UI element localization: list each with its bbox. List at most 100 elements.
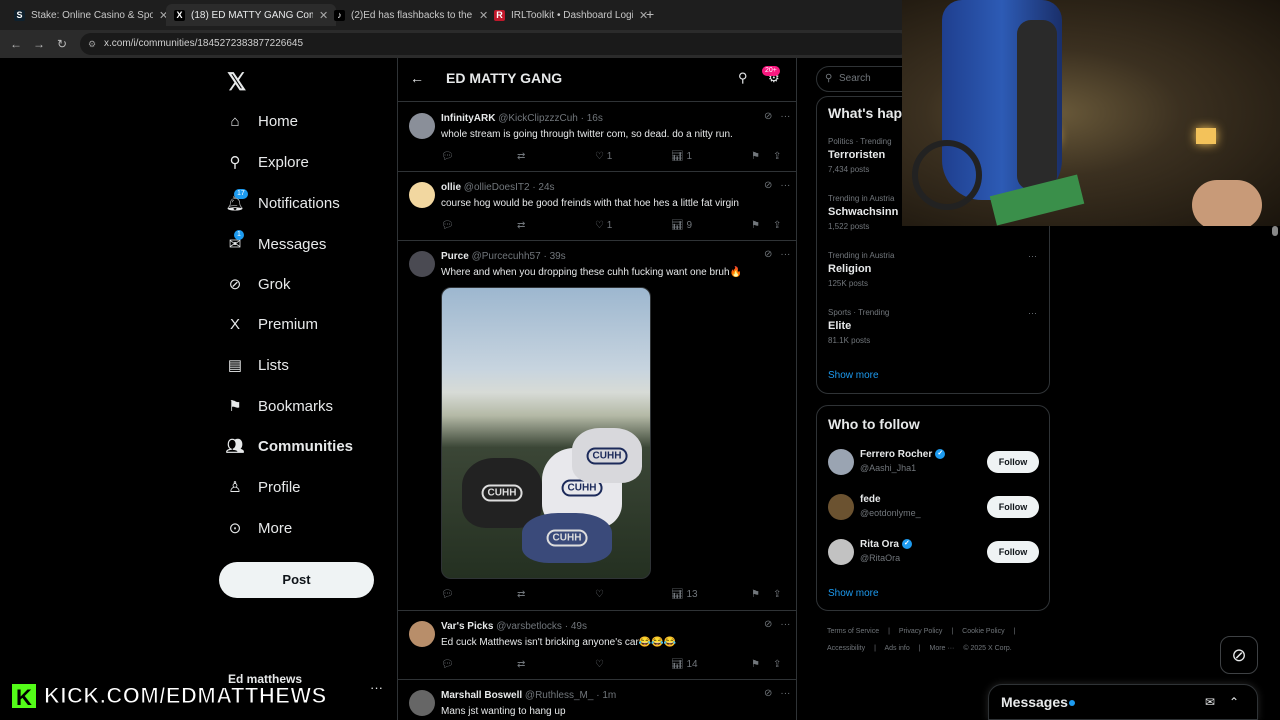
new-tab-icon[interactable]: +: [646, 6, 654, 22]
tweet[interactable]: ollie @ollieDoesIT2 · 24s ⊘ ··· course ho…: [398, 172, 796, 241]
bookmark-icon[interactable]: ⚑: [751, 659, 760, 670]
footer-link-ads[interactable]: Ads info: [884, 645, 909, 652]
expand-chevron-icon[interactable]: ⌃: [1229, 695, 1239, 709]
avatar[interactable]: [828, 449, 854, 475]
avatar[interactable]: [409, 182, 435, 208]
footer-link-cookie[interactable]: Cookie Policy: [962, 628, 1004, 635]
share-icon[interactable]: ⇪: [773, 220, 781, 231]
avatar[interactable]: [409, 690, 435, 716]
suggest-name[interactable]: fede: [860, 494, 881, 505]
views-icon[interactable]: 📊︎ 14: [671, 659, 698, 670]
tweet-time[interactable]: 39s: [550, 251, 566, 262]
follow-button[interactable]: Follow: [987, 496, 1039, 518]
grok-icon[interactable]: ⊘: [764, 619, 772, 630]
nav-item-grok[interactable]: ⊘ Grok: [226, 275, 291, 294]
grok-icon[interactable]: ⊘: [764, 180, 772, 191]
retweet-icon[interactable]: ⇄: [517, 220, 525, 231]
retweet-icon[interactable]: ⇄: [517, 151, 525, 162]
views-icon[interactable]: 📊︎ 9: [671, 220, 692, 231]
grok-fab-icon[interactable]: ⊘: [1220, 636, 1258, 674]
more-icon[interactable]: ···: [780, 688, 790, 699]
share-icon[interactable]: ⇪: [773, 659, 781, 670]
tweet-handle[interactable]: @varsbetlocks: [496, 621, 562, 632]
grok-icon[interactable]: ⊘: [764, 249, 772, 260]
follow-button[interactable]: Follow: [987, 451, 1039, 473]
tweet-author[interactable]: Purce: [441, 251, 469, 262]
tweet-handle[interactable]: @Purcecuhh57: [472, 251, 541, 262]
views-icon[interactable]: 📊︎ 13: [671, 589, 698, 600]
search-icon[interactable]: ⚲: [738, 70, 748, 86]
tweet[interactable]: Var's Picks @varsbetlocks · 49s ⊘ ··· Ed …: [398, 611, 796, 680]
nav-item-bookmarks[interactable]: ⚑ Bookmarks: [226, 397, 333, 416]
back-arrow-icon[interactable]: ←: [10, 37, 22, 51]
like-icon[interactable]: ♡: [595, 589, 604, 600]
post-button[interactable]: Post: [219, 562, 374, 598]
back-arrow-icon[interactable]: ←: [410, 70, 424, 86]
scrollbar[interactable]: [1272, 226, 1278, 236]
trend-more-icon[interactable]: ···: [1028, 308, 1037, 318]
avatar[interactable]: [828, 539, 854, 565]
more-icon[interactable]: ···: [780, 111, 790, 122]
tweet-image[interactable]: CUHH CUHH CUHH CUHH: [441, 287, 651, 579]
tweet-handle[interactable]: @KickClipzzzCuh: [498, 113, 578, 124]
trend-more-icon[interactable]: ···: [1028, 251, 1037, 261]
retweet-icon[interactable]: ⇄: [517, 659, 525, 670]
tweet-handle[interactable]: @Ruthless_M_: [525, 690, 594, 701]
like-icon[interactable]: ♡ 1: [595, 151, 612, 162]
browser-tab-4[interactable]: R IRLToolkit • Dashboard Login ✕: [486, 4, 656, 26]
footer-link-more[interactable]: More ···: [930, 645, 955, 652]
reply-icon[interactable]: 💬︎: [441, 220, 454, 231]
suggest-name[interactable]: Ferrero Rocher ✓: [860, 449, 946, 460]
browser-tab-1[interactable]: S Stake: Online Casino & Sports B ✕: [6, 4, 176, 26]
tweet-author[interactable]: Marshall Boswell: [441, 690, 522, 701]
forward-arrow-icon[interactable]: →: [33, 37, 45, 51]
footer-link-terms[interactable]: Terms of Service: [827, 628, 879, 635]
reply-icon[interactable]: 💬︎: [441, 589, 454, 600]
address-bar[interactable]: ⚙ x.com/i/communities/184527238387722664…: [80, 33, 910, 55]
grok-icon[interactable]: ⊘: [764, 111, 772, 122]
footer-link-privacy[interactable]: Privacy Policy: [899, 628, 943, 635]
tweet-time[interactable]: 24s: [538, 182, 554, 193]
browser-tab-2[interactable]: X (18) ED MATTY GANG Commu ✕: [166, 4, 337, 26]
avatar[interactable]: [409, 251, 435, 277]
account-more-icon[interactable]: ···: [370, 680, 383, 695]
nav-item-messages[interactable]: ✉ 1 Messages: [226, 230, 326, 253]
views-icon[interactable]: 📊︎ 1: [671, 151, 692, 162]
tweet[interactable]: InfinityARK @KickClipzzzCuh · 16s ⊘ ··· w…: [398, 103, 796, 172]
nav-item-premium[interactable]: X Premium: [226, 315, 318, 333]
bookmark-icon[interactable]: ⚑: [751, 220, 760, 231]
tweet[interactable]: Marshall Boswell @Ruthless_M_ · 1m ⊘ ··· …: [398, 680, 796, 720]
footer-link-accessibility[interactable]: Accessibility: [827, 645, 865, 652]
tweet-author[interactable]: Var's Picks: [441, 621, 493, 632]
nav-item-notifications[interactable]: 🔔︎ 17 Notifications: [225, 189, 340, 212]
reload-icon[interactable]: ↻: [57, 37, 67, 51]
follow-suggestion[interactable]: Rita Ora ✓ @RitaOra Follow: [828, 539, 1040, 571]
avatar[interactable]: [409, 621, 435, 647]
reply-icon[interactable]: 💬︎: [441, 151, 454, 162]
tweet-author[interactable]: ollie: [441, 182, 461, 193]
nav-item-lists[interactable]: ▤ Lists: [226, 356, 289, 375]
trend-item[interactable]: Sports · Trending Elite 81.1K posts ···: [828, 308, 1040, 345]
show-more-link[interactable]: Show more: [828, 370, 879, 381]
follow-suggestion[interactable]: fede @eotdonlyme_ Follow: [828, 494, 1040, 526]
like-icon[interactable]: ♡ 1: [595, 220, 612, 231]
trend-item[interactable]: Trending in Austria Religion 125K posts …: [828, 251, 1040, 288]
suggest-name[interactable]: Rita Ora ✓: [860, 539, 912, 550]
follow-button[interactable]: Follow: [987, 541, 1039, 563]
tweet[interactable]: Purce @Purcecuhh57 · 39s ⊘ ··· Where and …: [398, 241, 796, 611]
avatar[interactable]: [828, 494, 854, 520]
messages-drawer[interactable]: Messages ✉ ⌃: [988, 684, 1258, 720]
browser-tab-3[interactable]: ♪ (2)Ed has flashbacks to the pac ✕: [326, 4, 496, 26]
nav-item-home[interactable]: ⌂ Home: [226, 112, 298, 130]
grok-icon[interactable]: ⊘: [764, 688, 772, 699]
retweet-icon[interactable]: ⇄: [517, 589, 525, 600]
site-info-icon[interactable]: ⚙: [88, 33, 96, 55]
more-icon[interactable]: ···: [780, 249, 790, 260]
more-icon[interactable]: ···: [780, 619, 790, 630]
tweet-time[interactable]: 49s: [571, 621, 587, 632]
share-icon[interactable]: ⇪: [773, 151, 781, 162]
reply-icon[interactable]: 💬︎: [441, 659, 454, 670]
follow-suggestion[interactable]: Ferrero Rocher ✓ @Aashi_Jha1 Follow: [828, 449, 1040, 481]
x-logo-icon[interactable]: 𝕏: [227, 68, 246, 97]
more-icon[interactable]: ···: [780, 180, 790, 191]
